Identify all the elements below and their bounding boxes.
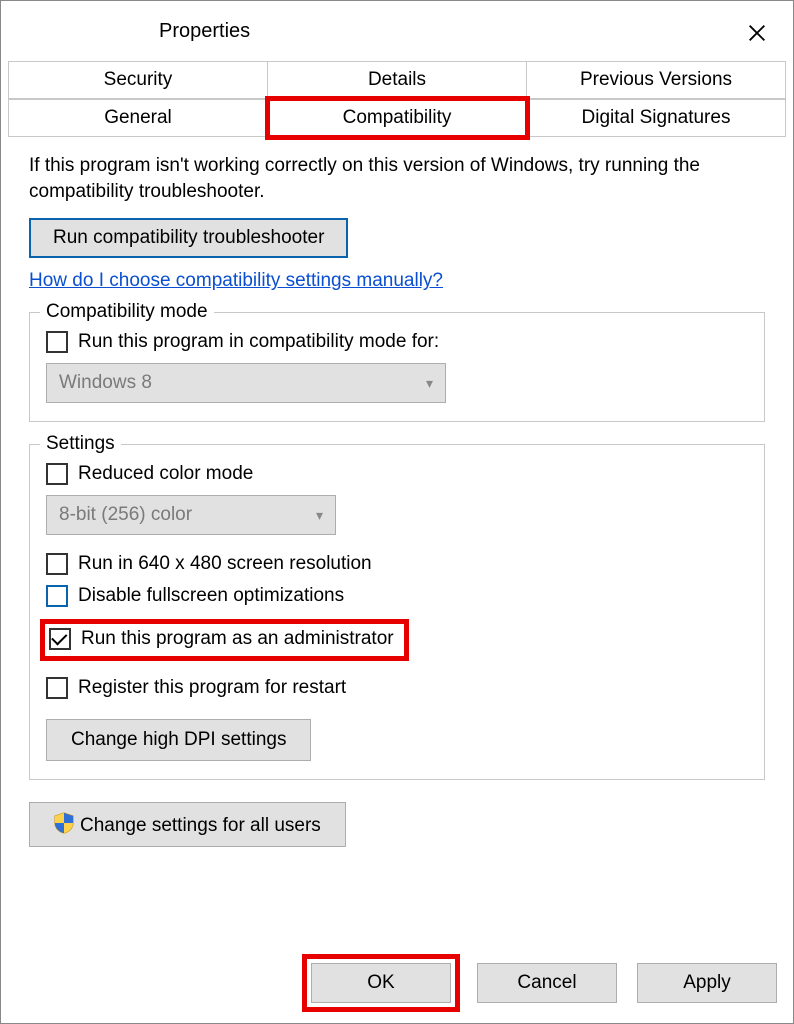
settings-legend: Settings — [40, 433, 121, 455]
tab-security[interactable]: Security — [9, 61, 268, 99]
cancel-button[interactable]: Cancel — [477, 963, 617, 1003]
chevron-down-icon: ▾ — [316, 507, 323, 524]
reduced-color-label: Reduced color mode — [78, 463, 253, 485]
disable-fullscreen-checkbox[interactable] — [46, 585, 68, 607]
compatibility-mode-group: Compatibility mode Run this program in c… — [29, 312, 765, 422]
tab-general[interactable]: General — [9, 99, 268, 137]
tab-details[interactable]: Details — [268, 61, 527, 99]
tab-digital-signatures[interactable]: Digital Signatures — [527, 99, 786, 137]
run-admin-highlight: Run this program as an administrator — [40, 619, 409, 661]
tab-compatibility[interactable]: Compatibility — [268, 99, 527, 137]
tabs: Security Details Previous Versions Gener… — [8, 61, 786, 137]
ok-button[interactable]: OK — [311, 963, 451, 1003]
run-admin-checkbox[interactable] — [49, 628, 71, 650]
window-title: Properties — [159, 20, 250, 43]
ok-highlight: OK — [305, 957, 457, 1009]
change-all-users-label: Change settings for all users — [80, 815, 321, 836]
tab-content: If this program isn't working correctly … — [1, 137, 793, 780]
compat-mode-dropdown-value: Windows 8 — [59, 372, 152, 394]
settings-group: Settings Reduced color mode 8-bit (256) … — [29, 444, 765, 780]
register-restart-checkbox[interactable] — [46, 677, 68, 699]
disable-fullscreen-label: Disable fullscreen optimizations — [78, 585, 344, 607]
close-button[interactable] — [739, 15, 775, 51]
compat-legend: Compatibility mode — [40, 301, 214, 323]
color-dropdown-value: 8-bit (256) color — [59, 504, 192, 526]
tab-previous-versions[interactable]: Previous Versions — [527, 61, 786, 99]
intro-text: If this program isn't working correctly … — [29, 153, 765, 204]
run-640-label: Run in 640 x 480 screen resolution — [78, 553, 372, 575]
run-troubleshooter-button[interactable]: Run compatibility troubleshooter — [29, 218, 348, 258]
change-all-users-button[interactable]: Change settings for all users — [29, 802, 346, 847]
run-admin-label: Run this program as an administrator — [81, 628, 394, 650]
color-dropdown[interactable]: 8-bit (256) color ▾ — [46, 495, 336, 535]
compat-mode-dropdown[interactable]: Windows 8 ▾ — [46, 363, 446, 403]
close-icon — [746, 22, 768, 44]
compat-mode-label: Run this program in compatibility mode f… — [78, 331, 439, 353]
help-link[interactable]: How do I choose compatibility settings m… — [29, 270, 443, 292]
shield-icon — [54, 812, 74, 834]
chevron-down-icon: ▾ — [426, 375, 433, 392]
titlebar: Properties — [1, 1, 793, 61]
register-restart-label: Register this program for restart — [78, 677, 346, 699]
apply-button[interactable]: Apply — [637, 963, 777, 1003]
dialog-footer: OK Cancel Apply — [305, 957, 777, 1009]
change-dpi-button[interactable]: Change high DPI settings — [46, 719, 311, 761]
reduced-color-checkbox[interactable] — [46, 463, 68, 485]
compat-mode-checkbox[interactable] — [46, 331, 68, 353]
run-640-checkbox[interactable] — [46, 553, 68, 575]
